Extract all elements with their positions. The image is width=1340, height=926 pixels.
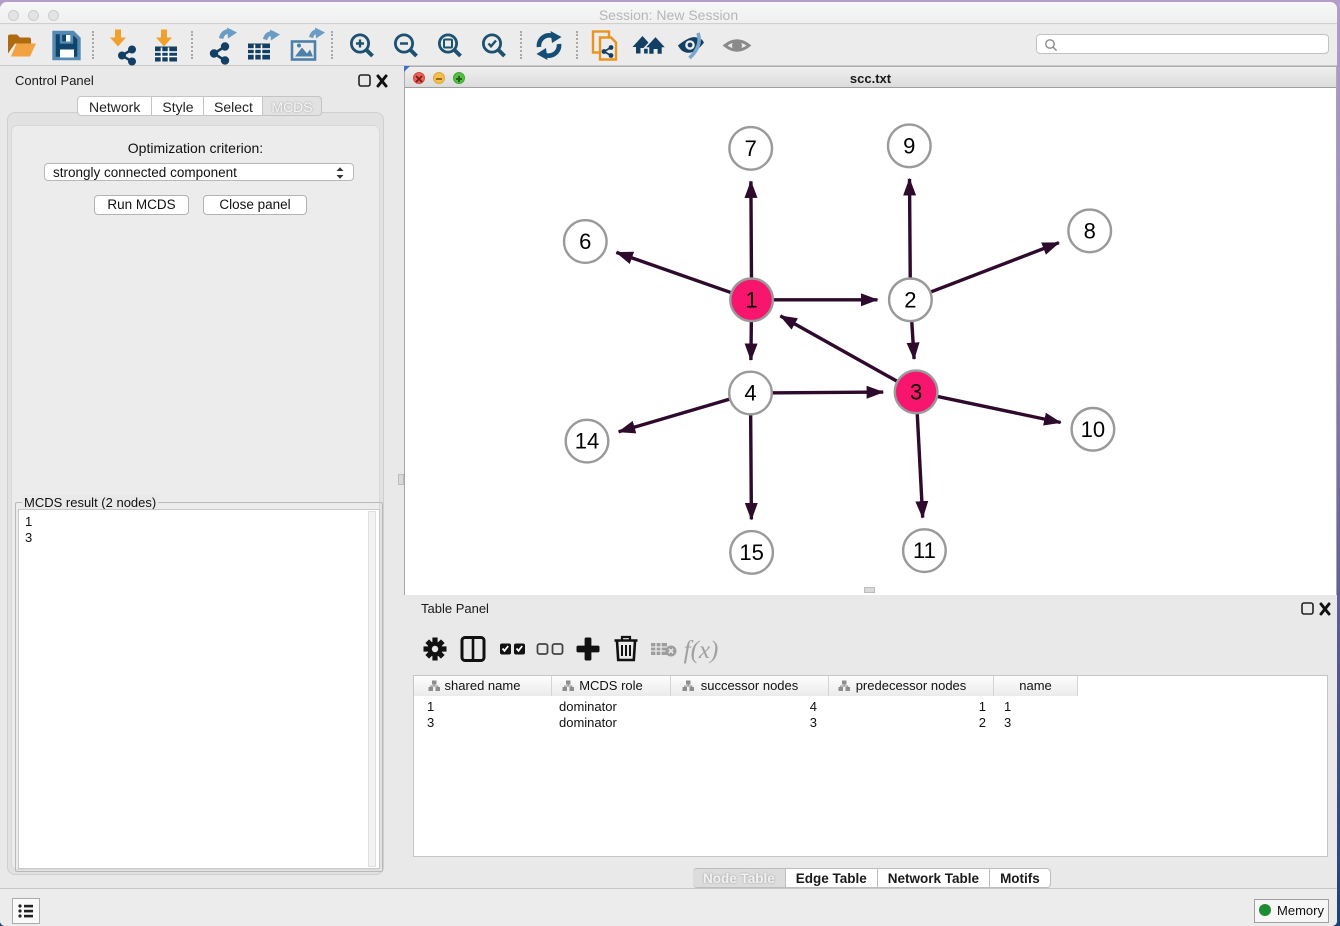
svg-text:4: 4 (744, 381, 756, 406)
svg-text:8: 8 (1084, 218, 1096, 243)
svg-text:1: 1 (745, 287, 757, 312)
svg-text:7: 7 (745, 136, 757, 161)
svg-text:f(x): f(x) (684, 637, 719, 664)
svg-text:14: 14 (575, 429, 599, 454)
svg-text:2: 2 (904, 287, 916, 312)
svg-text:3: 3 (910, 379, 922, 404)
svg-text:10: 10 (1081, 417, 1105, 442)
svg-text:9: 9 (903, 133, 915, 158)
svg-text:15: 15 (739, 540, 763, 565)
svg-text:11: 11 (913, 538, 936, 563)
svg-text:6: 6 (579, 229, 591, 254)
